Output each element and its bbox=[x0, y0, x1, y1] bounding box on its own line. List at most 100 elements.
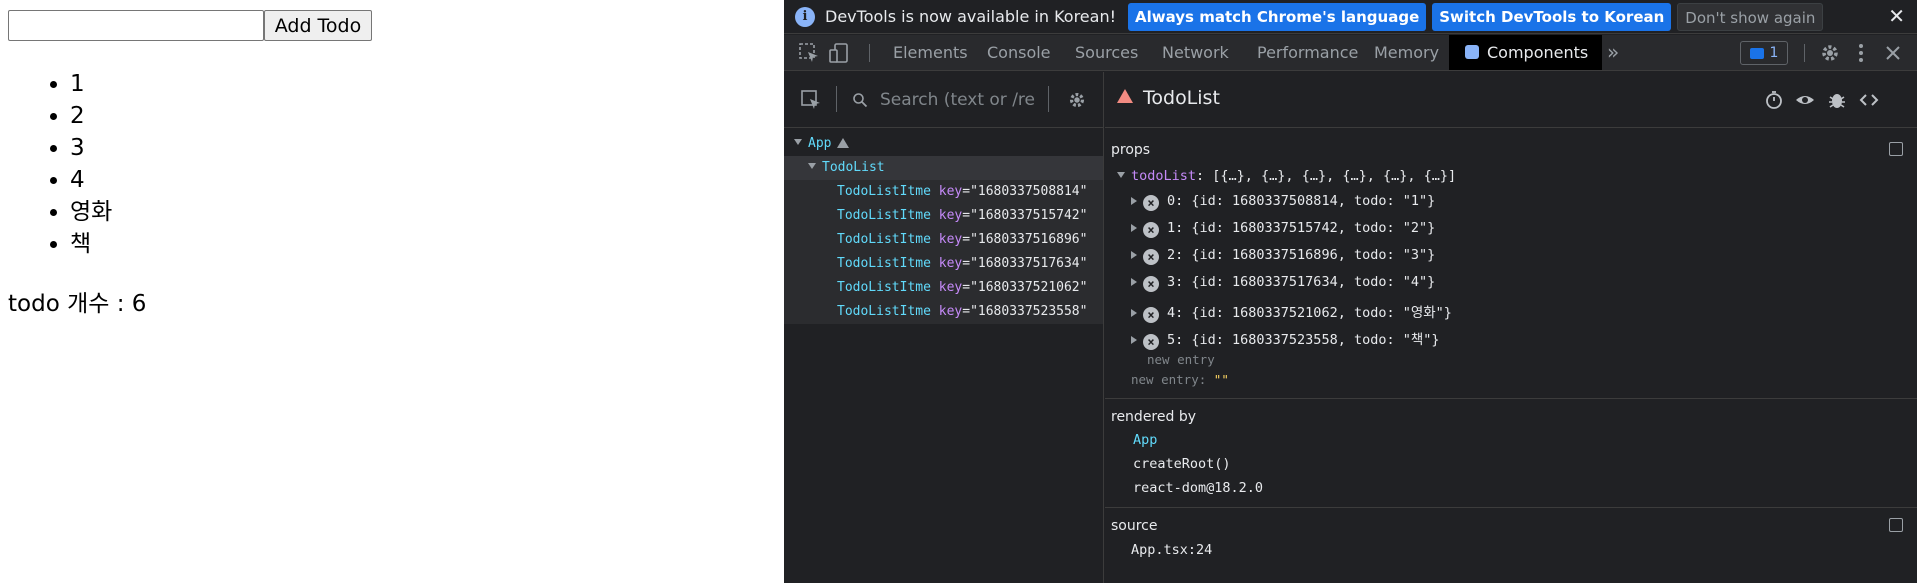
tree-node-label: TodoListItme bbox=[837, 256, 931, 271]
add-todo-button[interactable]: Add Todo bbox=[264, 10, 372, 41]
copy-icon[interactable] bbox=[1889, 142, 1903, 156]
select-component-icon[interactable] bbox=[800, 89, 822, 111]
tree-node-todolistitem[interactable]: TodoListItme key="1680337515742" bbox=[784, 204, 1103, 228]
app-viewport: Add Todo 1 2 3 4 영화 책 todo 개수 : 6 bbox=[0, 0, 784, 583]
react-icon bbox=[1465, 45, 1479, 59]
info-icon: i bbox=[795, 6, 815, 27]
expand-triangle-icon[interactable] bbox=[808, 163, 816, 169]
expand-triangle-icon[interactable] bbox=[1131, 278, 1137, 286]
prop-summary: : [{…}, {…}, {…}, {…}, {…}, {…}] bbox=[1196, 168, 1457, 184]
rendered-by-app-link[interactable]: App bbox=[1133, 432, 1157, 448]
copy-icon[interactable] bbox=[1889, 518, 1903, 532]
delete-entry-icon[interactable]: × bbox=[1143, 249, 1159, 265]
key-equals: = bbox=[962, 280, 971, 295]
inspector-header: TodoList bbox=[1105, 72, 1917, 128]
section-divider bbox=[1105, 398, 1917, 399]
match-language-button[interactable]: Always match Chrome's language bbox=[1128, 2, 1427, 31]
kebab-menu-icon[interactable] bbox=[1850, 42, 1872, 64]
issues-button[interactable]: 1 bbox=[1740, 41, 1788, 65]
tab-components-label: Components bbox=[1487, 43, 1589, 62]
delete-entry-icon[interactable]: × bbox=[1143, 276, 1159, 292]
tree-node-todolistitem[interactable]: TodoListItme key="1680337508814" bbox=[784, 180, 1103, 204]
toolbar-divider bbox=[869, 44, 870, 62]
new-entry-outer-row[interactable]: new entry: "" bbox=[1131, 372, 1229, 387]
new-entry-colon: : bbox=[1198, 372, 1214, 387]
expand-triangle-icon[interactable] bbox=[1131, 251, 1137, 259]
tab-network[interactable]: Network bbox=[1162, 35, 1229, 70]
view-source-icon[interactable] bbox=[1859, 90, 1879, 110]
rendered-by-react-dom: react-dom@18.2.0 bbox=[1133, 480, 1264, 496]
entry-index: 5 bbox=[1167, 332, 1176, 348]
key-value: "1680337523558" bbox=[970, 304, 1088, 319]
tab-components[interactable]: Components bbox=[1449, 35, 1603, 70]
delete-entry-icon[interactable]: × bbox=[1143, 334, 1159, 350]
prop-entry-row[interactable]: × 3: {id: 1680337517634, todo: "4"} bbox=[1131, 274, 1435, 292]
tree-node-label: App bbox=[808, 136, 832, 151]
tree-search-input[interactable] bbox=[880, 90, 1040, 110]
prop-todolist-row[interactable]: todoList: [{…}, {…}, {…}, {…}, {…}, {…}] bbox=[1117, 168, 1456, 184]
tree-node-todolistitem[interactable]: TodoListItme key="1680337521062" bbox=[784, 276, 1103, 300]
prop-entry-row[interactable]: × 0: {id: 1680337508814, todo: "1"} bbox=[1131, 193, 1435, 211]
source-label: source bbox=[1111, 518, 1158, 534]
prop-entry-row[interactable]: × 1: {id: 1680337515742, todo: "2"} bbox=[1131, 220, 1435, 238]
tree-node-todolistitem[interactable]: TodoListItme key="1680337516896" bbox=[784, 228, 1103, 252]
todo-item: 4 bbox=[70, 164, 112, 196]
expand-triangle-icon[interactable] bbox=[1117, 172, 1125, 178]
tree-settings-gear-icon[interactable] bbox=[1067, 90, 1087, 110]
expand-triangle-icon[interactable] bbox=[1131, 309, 1137, 317]
language-infobar: i DevTools is now available in Korean! A… bbox=[784, 0, 1917, 34]
inspect-element-icon[interactable] bbox=[798, 42, 820, 64]
prop-entry-row[interactable]: × 2: {id: 1680337516896, todo: "3"} bbox=[1131, 247, 1435, 265]
delete-entry-icon[interactable]: × bbox=[1143, 307, 1159, 323]
delete-entry-icon[interactable]: × bbox=[1143, 195, 1159, 211]
expand-triangle-icon[interactable] bbox=[1131, 336, 1137, 344]
key-equals: = bbox=[962, 256, 971, 271]
inspector-panel: TodoList props todoList: [{…}, {…}, {…},… bbox=[1105, 72, 1917, 583]
entry-value: : {id: 1680337517634, todo: "4"} bbox=[1175, 274, 1436, 290]
tree-node-app[interactable]: App bbox=[784, 132, 1103, 156]
tab-elements[interactable]: Elements bbox=[893, 35, 968, 70]
entry-index: 0 bbox=[1167, 193, 1176, 209]
todo-count-text: todo 개수 : 6 bbox=[8, 291, 147, 317]
switch-korean-button[interactable]: Switch DevTools to Korean bbox=[1432, 2, 1672, 31]
toolbar-divider bbox=[1804, 44, 1805, 62]
todo-item: 책 bbox=[70, 228, 112, 260]
expand-triangle-icon[interactable] bbox=[794, 139, 802, 145]
tree-node-label: TodoList bbox=[822, 160, 885, 175]
device-toolbar-icon[interactable] bbox=[828, 42, 850, 64]
settings-gear-icon[interactable] bbox=[1819, 42, 1841, 64]
eye-icon[interactable] bbox=[1795, 90, 1815, 110]
key-equals: = bbox=[962, 304, 971, 319]
tab-console[interactable]: Console bbox=[987, 35, 1051, 70]
entry-index: 4 bbox=[1167, 305, 1176, 321]
delete-entry-icon[interactable]: × bbox=[1143, 222, 1159, 238]
tree-node-label: TodoListItme bbox=[837, 184, 931, 199]
close-devtools-icon[interactable] bbox=[1882, 42, 1904, 64]
entry-value: : {id: 1680337515742, todo: "2"} bbox=[1175, 220, 1436, 236]
tab-performance[interactable]: Performance bbox=[1257, 35, 1358, 70]
prop-entry-row[interactable]: × 5: {id: 1680337523558, todo: "책"} bbox=[1131, 328, 1440, 350]
expand-triangle-icon[interactable] bbox=[1131, 197, 1137, 205]
timer-icon[interactable] bbox=[1764, 90, 1784, 110]
section-divider bbox=[1105, 507, 1917, 508]
expand-triangle-icon[interactable] bbox=[1131, 224, 1137, 232]
new-entry-value[interactable]: "" bbox=[1214, 372, 1229, 387]
infobar-message: DevTools is now available in Korean! bbox=[825, 7, 1116, 26]
tree-node-todolistitem[interactable]: TodoListItme key="1680337523558" bbox=[784, 300, 1103, 324]
devtools-tabbar: Elements Console Sources Network Perform… bbox=[784, 35, 1917, 71]
rendered-by-label: rendered by bbox=[1111, 409, 1197, 425]
tab-sources[interactable]: Sources bbox=[1075, 35, 1138, 70]
tree-node-todolist[interactable]: TodoList bbox=[784, 156, 1103, 180]
bug-icon[interactable] bbox=[1827, 90, 1847, 110]
todo-input[interactable] bbox=[8, 10, 264, 41]
tree-node-todolistitem[interactable]: TodoListItme key="1680337517634" bbox=[784, 252, 1103, 276]
close-icon[interactable]: ✕ bbox=[1888, 4, 1905, 28]
search-icon bbox=[853, 93, 868, 108]
prop-entry-row[interactable]: × 4: {id: 1680337521062, todo: "영화"} bbox=[1131, 301, 1452, 323]
more-tabs-button[interactable]: » bbox=[1607, 35, 1619, 70]
source-location[interactable]: App.tsx:24 bbox=[1131, 542, 1212, 558]
rendered-by-createroot: createRoot() bbox=[1133, 456, 1231, 472]
dont-show-again-button[interactable]: Don't show again bbox=[1677, 2, 1824, 31]
tab-memory[interactable]: Memory bbox=[1374, 35, 1439, 70]
new-entry-inner[interactable]: new entry bbox=[1147, 352, 1215, 367]
